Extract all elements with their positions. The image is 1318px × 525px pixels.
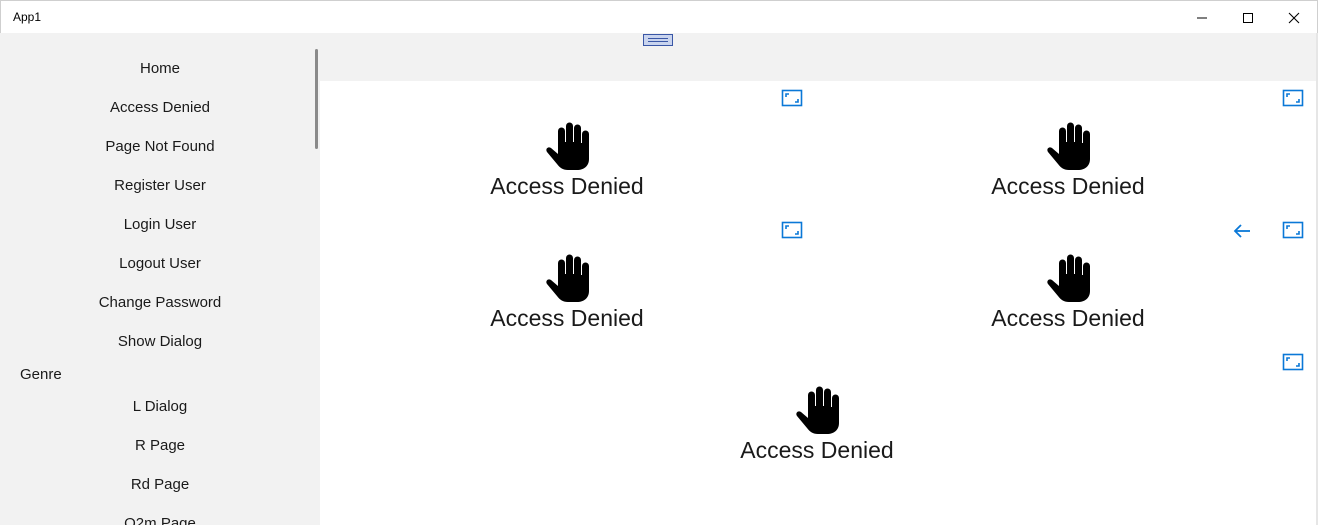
arrow-left-icon	[1233, 224, 1250, 238]
access-denied-panel: Access Denied	[697, 385, 937, 464]
panel-label: Access Denied	[991, 173, 1145, 199]
sidebar-item-l-dialog[interactable]: L Dialog	[0, 394, 320, 420]
expand-button[interactable]	[1282, 89, 1304, 107]
expand-icon	[781, 89, 803, 107]
access-denied-panel: Access Denied	[948, 121, 1188, 200]
panel-label: Access Denied	[490, 305, 644, 331]
maximize-icon	[1243, 12, 1253, 23]
expand-button[interactable]	[1282, 353, 1304, 371]
hand-stop-icon	[546, 122, 589, 170]
maximize-button[interactable]	[1225, 1, 1271, 34]
hand-stop-icon	[1047, 254, 1090, 302]
expand-icon	[781, 221, 803, 239]
expand-icon	[1282, 89, 1304, 107]
sidebar-item-logout-user[interactable]: Logout User	[0, 251, 320, 277]
close-icon	[1288, 12, 1300, 23]
hand-stop-icon	[546, 254, 589, 302]
panel-label: Access Denied	[991, 305, 1145, 331]
expand-button[interactable]	[781, 89, 803, 107]
sidebar-item-access-denied[interactable]: Access Denied	[0, 95, 320, 121]
back-button[interactable]	[1231, 221, 1253, 241]
sidebar-item-rd-page[interactable]: Rd Page	[0, 472, 320, 498]
sidebar-item-page-not-found[interactable]: Page Not Found	[0, 134, 320, 160]
expand-icon	[1282, 221, 1304, 239]
close-button[interactable]	[1271, 1, 1317, 34]
drag-handle[interactable]	[643, 34, 673, 46]
access-denied-panel: Access Denied	[948, 253, 1188, 332]
sidebar-item-change-password[interactable]: Change Password	[0, 290, 320, 316]
minimize-icon	[1197, 17, 1207, 18]
window-title: App1	[13, 10, 42, 24]
access-denied-panel: Access Denied	[447, 253, 687, 332]
title-bar: App1	[0, 0, 1318, 33]
access-denied-panel: Access Denied	[447, 121, 687, 200]
hand-stop-icon	[1047, 122, 1090, 170]
sidebar-item-login-user[interactable]: Login User	[0, 212, 320, 238]
sidebar-item-r-page[interactable]: R Page	[0, 433, 320, 459]
sidebar-scrollbar[interactable]	[315, 49, 318, 149]
panel-label: Access Denied	[740, 437, 894, 463]
expand-button[interactable]	[781, 221, 803, 239]
toolbar-strip	[320, 33, 1316, 81]
sidebar-item-o2m-page[interactable]: O2m Page	[0, 511, 320, 525]
minimize-button[interactable]	[1179, 1, 1225, 34]
sidebar-item-register-user[interactable]: Register User	[0, 173, 320, 199]
sidebar-item-home[interactable]: Home	[0, 56, 320, 82]
sidebar-item-show-dialog[interactable]: Show Dialog	[0, 329, 320, 355]
hand-stop-icon	[796, 386, 839, 434]
panel-label: Access Denied	[490, 173, 644, 199]
sidebar-group-genre[interactable]: Genre	[20, 362, 62, 388]
expand-button[interactable]	[1282, 221, 1304, 239]
expand-icon	[1282, 353, 1304, 371]
sidebar-nav: Home Access Denied Page Not Found Regist…	[0, 33, 320, 525]
